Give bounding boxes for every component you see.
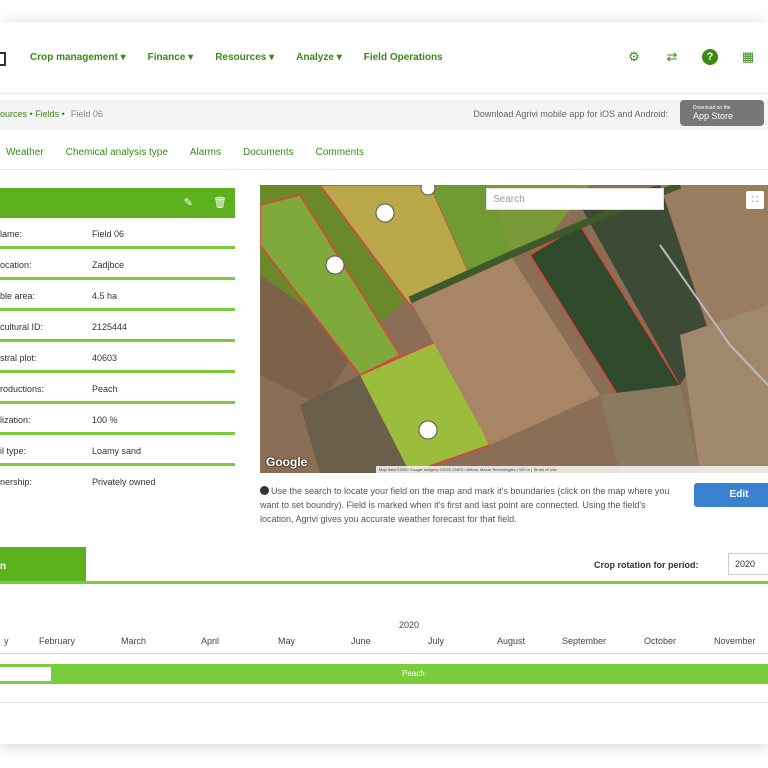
field-detail-value: 100 % [92,415,118,425]
field-detail-row: nership: Privately owned [0,466,235,497]
breadcrumb-path[interactable]: ources • Fields • [0,109,65,119]
crop-rotation-label: Crop rotation for period: [594,560,699,570]
crop-tab-underline [0,581,768,584]
field-detail-row: roductions: Peach [0,373,235,404]
field-detail-row: ble area: 4.5 ha [0,280,235,311]
breadcrumb-current: Field 06 [70,109,103,119]
field-detail-key: ble area: [0,291,36,301]
field-detail-value: 2125444 [92,322,128,332]
nav-icon-group: ⚙ ⇄ ? ▦ [626,49,756,65]
field-detail-row: cultural ID: 2125444 [0,311,235,342]
satellite-imagery [260,185,768,473]
month-label: November [714,636,756,646]
field-detail-value: Privately owned [92,477,156,487]
month-label: July [428,636,445,646]
field-detail-value: 4.5 ha [92,291,118,301]
field-detail-value: 40603 [92,353,118,363]
field-detail-key: il type: [0,446,27,456]
trash-icon[interactable]: 🗑 [213,196,227,209]
field-detail-key: lization: [0,415,31,425]
field-detail-row: il type: Loamy sand [0,435,235,466]
crop-rotation-tab[interactable]: n [0,547,86,583]
menu-analyze[interactable]: Analyze ▾ [296,52,342,63]
bottom-divider [0,702,768,703]
menu-resources[interactable]: Resources ▾ [215,52,274,63]
field-detail-key: nership: [0,477,33,487]
month-label: May [278,636,296,646]
timeline-empty-segment [0,666,52,682]
crop-rotation-period-select[interactable]: 2020 [728,553,768,575]
month-label: October [644,636,677,646]
month-label: September [562,636,607,646]
field-detail-row: lame: Field 06 [0,218,235,249]
app-store-label: App Store [693,111,734,121]
gear-icon[interactable]: ⚙ [626,49,642,65]
field-detail-value: Field 06 [92,229,125,239]
field-detail-key: roductions: [0,384,45,394]
field-detail-key: cultural ID: [0,322,44,332]
logo-icon[interactable] [0,52,6,66]
crop-timeline-bar[interactable]: Peach [0,664,768,684]
help-icon[interactable]: ? [702,49,718,65]
top-navigation: Crop management ▾ Finance ▾ Resources ▾ … [0,22,768,94]
tab-documents[interactable]: Documents [243,147,294,158]
month-label: March [121,636,147,646]
field-detail-value: Zadjbce [92,260,125,270]
tab-weather[interactable]: Weather [6,147,44,158]
fullscreen-icon[interactable]: ⛶ [746,191,764,209]
mobile-app-note: Download Agrivi mobile app for iOS and A… [473,109,668,119]
month-label: February [39,636,76,646]
field-detail-key: ocation: [0,260,32,270]
map-search-input[interactable]: Search [486,188,664,210]
edit-button[interactable]: Edit [694,483,768,507]
field-detail-key: lame: [0,229,23,239]
menu-crop-management[interactable]: Crop management ▾ [30,52,126,63]
timeline-crop-label: Peach [402,669,425,678]
field-tabs: Weather Chemical analysis type Alarms Do… [6,147,364,158]
map-help-text: Use the search to locate your field on t… [260,486,670,524]
field-map[interactable]: Search ⛶ Google Map data ©2020 Google Im… [260,185,768,473]
field-detail-row: ocation: Zadjbce [0,249,235,280]
month-label: August [497,636,526,646]
menu-field-operations[interactable]: Field Operations [364,52,443,63]
menu-finance[interactable]: Finance ▾ [148,52,194,63]
field-detail-row: lization: 100 % [0,404,235,435]
month-label: April [201,636,220,646]
info-bullet-icon [260,486,269,495]
transfer-icon[interactable]: ⇄ [664,49,680,65]
timeline-divider [0,653,768,654]
month-label: y [4,636,9,646]
field-detail-value: Peach [92,384,118,394]
tab-alarms[interactable]: Alarms [190,147,221,158]
app-store-button[interactable]: Download on the App Store [680,100,764,126]
field-details-header: ✎ 🗑 [0,188,235,218]
timeline-months: y February March April May June July Aug… [0,636,768,650]
map-attribution: Map data ©2020 Google Imagery ©2020 CNES… [376,466,768,473]
timeline-year: 2020 [399,620,420,630]
breadcrumb: ources • Fields • Field 06 [0,109,103,119]
edit-pencil-icon[interactable]: ✎ [184,196,193,209]
tab-chemical-analysis[interactable]: Chemical analysis type [66,147,168,158]
field-detail-row: stral plot: 40603 [0,342,235,373]
field-detail-value: Loamy sand [92,446,142,456]
main-menu: Crop management ▾ Finance ▾ Resources ▾ … [30,52,443,63]
app-window: Crop management ▾ Finance ▾ Resources ▾ … [0,22,768,744]
calendar-icon[interactable]: ▦ [740,49,756,65]
tabs-divider [0,169,768,170]
month-label: June [351,636,371,646]
tab-comments[interactable]: Comments [316,147,364,158]
field-detail-key: stral plot: [0,353,37,363]
breadcrumb-bar: ources • Fields • Field 06 Download Agriv… [0,100,768,130]
field-details-list: lame: Field 06 ocation: Zadjbce ble area: 4.5… [0,218,235,497]
google-logo: Google [266,455,308,469]
